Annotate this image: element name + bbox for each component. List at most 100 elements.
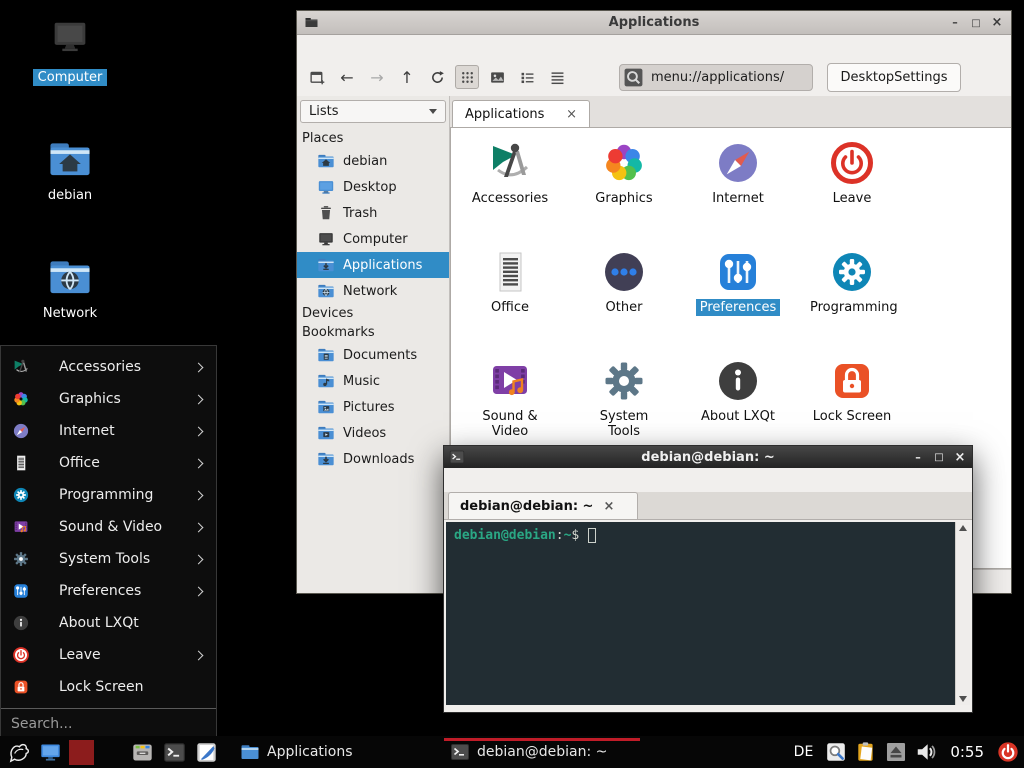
volume-icon[interactable]	[915, 741, 937, 763]
main-menu-button[interactable]	[5, 739, 32, 766]
compact-view-button[interactable]	[545, 65, 569, 89]
location-bar[interactable]: menu://applications/	[619, 64, 813, 91]
menu-item[interactable]: Office	[1, 447, 216, 479]
clipboard-tray-icon[interactable]	[855, 741, 877, 763]
submenu-chevron	[194, 554, 204, 564]
menu-item[interactable]: Leave	[1, 639, 216, 671]
menu-item[interactable]: Accessories	[1, 351, 216, 383]
tab-applications[interactable]: Applications	[452, 100, 590, 127]
submenu-chevron	[194, 586, 204, 596]
task-button[interactable]: Applications	[234, 738, 430, 766]
minimize-button[interactable]	[911, 452, 925, 463]
terminal-tab[interactable]: debian@debian: ~	[448, 492, 638, 519]
folder-downloads-icon	[317, 450, 335, 468]
minimize-button[interactable]	[948, 17, 962, 28]
cat-leave-icon	[828, 139, 876, 187]
cat-programming-icon	[828, 248, 876, 296]
forward-button[interactable]	[365, 65, 389, 89]
clock[interactable]: 0:55	[950, 743, 984, 761]
terminal-screen[interactable]: debian@debian:~$	[446, 522, 955, 705]
pcmanfm-icon	[131, 741, 154, 764]
desktop-icon[interactable]: debian	[20, 136, 120, 230]
screenshot-tray-icon[interactable]	[825, 741, 847, 763]
submenu-chevron	[194, 394, 204, 404]
folder-item[interactable]: Office	[453, 248, 567, 357]
menu-item[interactable]: Preferences	[1, 575, 216, 607]
terminal-menubar	[444, 468, 972, 492]
menu-item[interactable]: Lock Screen	[1, 671, 216, 703]
sidebar-item[interactable]: Music	[297, 368, 449, 394]
quick-launch-button[interactable]	[161, 739, 188, 766]
up-button[interactable]	[395, 65, 419, 89]
folder-videos-icon	[317, 424, 335, 442]
sidebar-item[interactable]: Network	[297, 278, 449, 304]
sidebar-item[interactable]: Places	[297, 129, 449, 148]
cat-lock-screen-icon	[12, 678, 30, 696]
featherpad-icon	[195, 741, 218, 764]
tab-close-icon[interactable]	[566, 107, 577, 122]
sidebar-item[interactable]: Computer	[297, 226, 449, 252]
folder-item[interactable]: Other	[567, 248, 681, 357]
show-desktop-button[interactable]	[37, 739, 64, 766]
power-button[interactable]	[997, 741, 1019, 763]
folder-docs-icon	[317, 346, 335, 364]
sidebar-item[interactable]: Applications	[297, 252, 449, 278]
desktop-icon[interactable]: Computer	[20, 18, 120, 112]
menu-item[interactable]: Sound & Video	[1, 511, 216, 543]
sidebar-item[interactable]: debian	[297, 148, 449, 174]
folder-item[interactable]: Leave	[795, 139, 909, 248]
desktop-icon[interactable]: Network	[20, 254, 120, 348]
scroll-up-icon[interactable]	[959, 525, 967, 531]
sidebar-item[interactable]: Trash	[297, 200, 449, 226]
close-button[interactable]	[990, 17, 1004, 28]
sidebar-item[interactable]: Bookmarks	[297, 323, 449, 342]
eject-tray-icon[interactable]	[885, 741, 907, 763]
submenu-chevron	[194, 458, 204, 468]
scroll-down-icon[interactable]	[959, 696, 967, 702]
sidebar-mode-select[interactable]: Lists	[300, 100, 446, 123]
file-manager-titlebar[interactable]: Applications	[297, 11, 1011, 35]
desktop-settings-button[interactable]: DesktopSettings	[827, 63, 961, 92]
reload-button[interactable]	[425, 65, 449, 89]
menu-item[interactable]: About LXQt	[1, 607, 216, 639]
folder-item[interactable]: Graphics	[567, 139, 681, 248]
terminal-window: debian@debian: ~ debian@debian: ~ debian…	[443, 445, 973, 713]
folder-item[interactable]: Accessories	[453, 139, 567, 248]
cat-other-icon	[600, 248, 648, 296]
folder-item[interactable]: Internet	[681, 139, 795, 248]
sidebar-item[interactable]: Devices	[297, 304, 449, 323]
workspace-switcher[interactable]	[99, 740, 124, 765]
thumbnail-view-button[interactable]	[485, 65, 509, 89]
quick-launch-button[interactable]	[193, 739, 220, 766]
task-button[interactable]: debian@debian: ~	[444, 738, 640, 766]
tab-close-icon[interactable]	[603, 499, 614, 514]
cat-about-icon	[714, 357, 762, 405]
menu-item[interactable]: Graphics	[1, 383, 216, 415]
keyboard-layout[interactable]: DE	[794, 744, 814, 760]
quick-launch-button[interactable]	[129, 739, 156, 766]
close-button[interactable]	[953, 452, 967, 463]
icon-view-button[interactable]	[455, 65, 479, 89]
sidebar-item[interactable]: Documents	[297, 342, 449, 368]
sidebar-item[interactable]: Pictures	[297, 394, 449, 420]
sidebar-item[interactable]: Videos	[297, 420, 449, 446]
menu-item[interactable]: Internet	[1, 415, 216, 447]
menu-item[interactable]: Programming	[1, 479, 216, 511]
maximize-button[interactable]	[932, 451, 946, 463]
sidebar-item[interactable]: Desktop	[297, 174, 449, 200]
new-tab-button[interactable]	[305, 65, 329, 89]
terminal-titlebar[interactable]: debian@debian: ~	[444, 446, 972, 468]
folder-item[interactable]: Preferences	[681, 248, 795, 357]
back-button[interactable]	[335, 65, 359, 89]
submenu-chevron	[194, 650, 204, 660]
menu-item[interactable]: System Tools	[1, 543, 216, 575]
file-manager-sidebar: Lists Places debian Desktop Trash	[297, 96, 450, 593]
scrollbar[interactable]	[955, 522, 970, 705]
maximize-button[interactable]	[969, 17, 983, 29]
workspace-switcher[interactable]	[69, 740, 94, 765]
desktop-ic-icon	[317, 178, 335, 196]
terminal-icon	[449, 449, 465, 465]
sidebar-item[interactable]: Downloads	[297, 446, 449, 472]
folder-item[interactable]: Programming	[795, 248, 909, 357]
detailed-list-view-button[interactable]	[515, 65, 539, 89]
